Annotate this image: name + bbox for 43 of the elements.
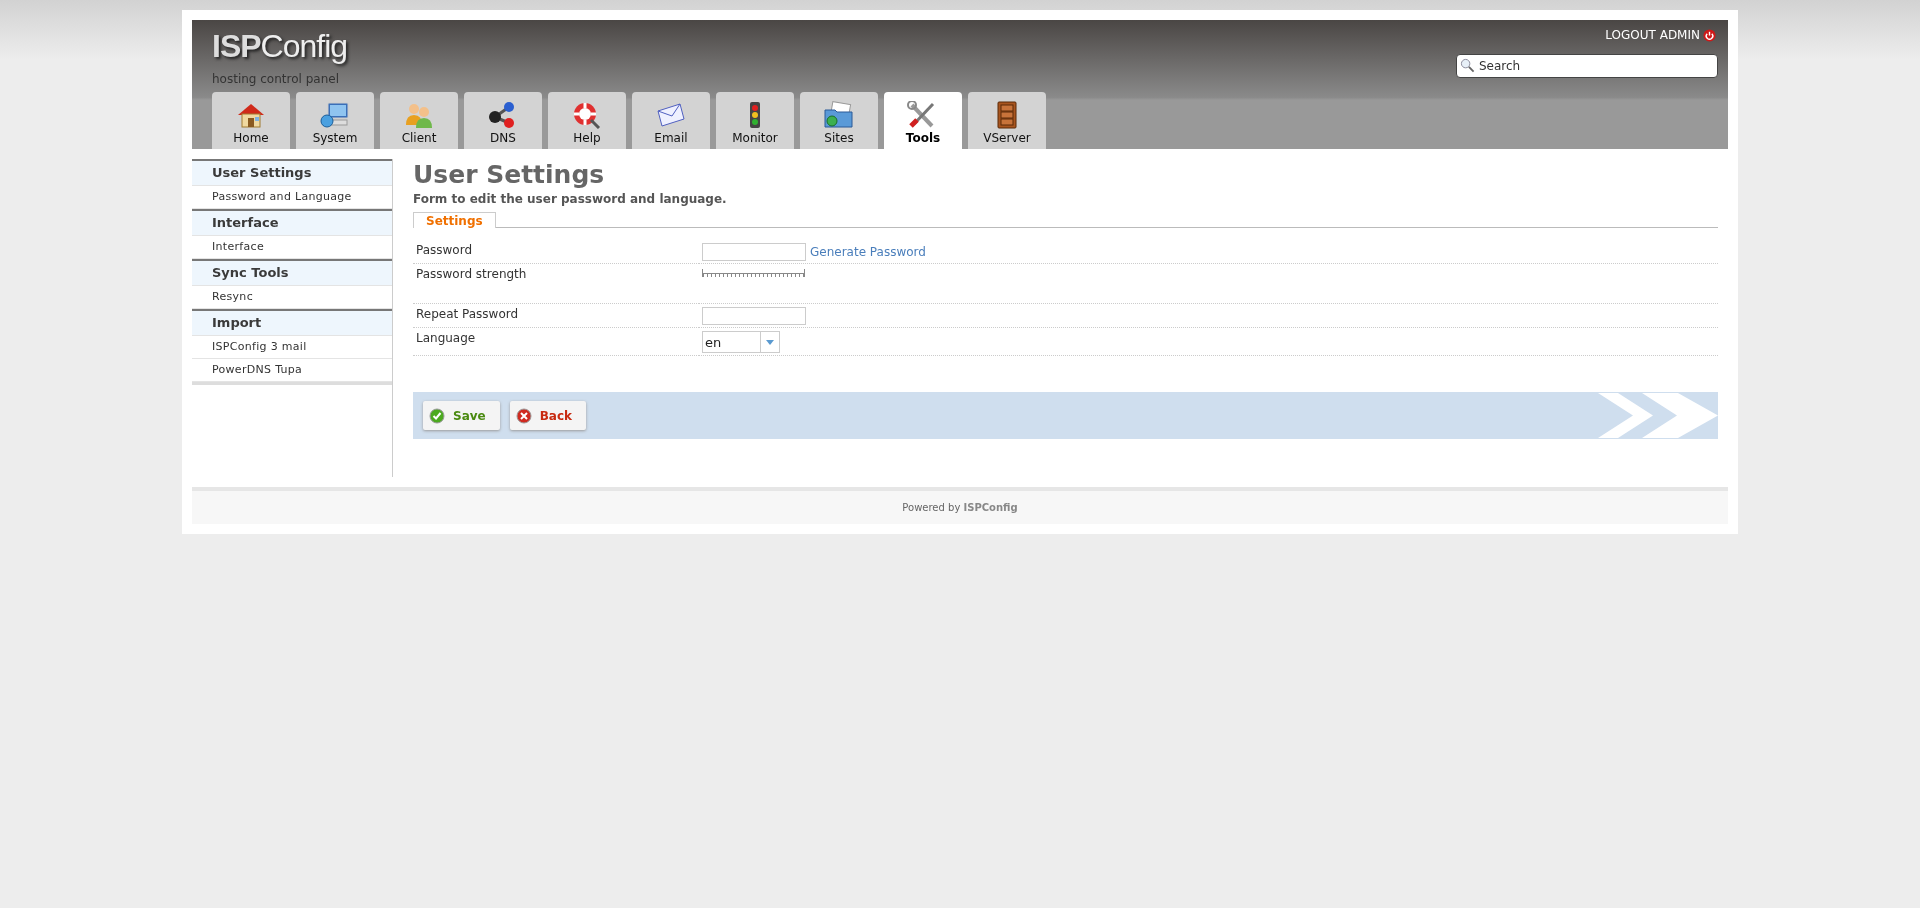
tab-icon — [403, 101, 435, 129]
search-field[interactable]: Search — [1456, 54, 1718, 78]
nav-tab[interactable]: Client — [380, 92, 458, 149]
nav-tab[interactable]: System — [296, 92, 374, 149]
sidebar-item[interactable]: PowerDNS Tupa — [192, 359, 392, 382]
sidebar-heading: User Settings — [192, 159, 392, 186]
logo-text: ISPConfig — [212, 28, 348, 65]
search-icon — [1460, 58, 1475, 73]
cancel-icon — [515, 407, 532, 424]
nav-tab[interactable]: Tools — [884, 92, 962, 149]
field-label: Password — [416, 243, 473, 257]
field-label: Repeat Password — [416, 307, 519, 321]
tab-icon — [823, 101, 855, 129]
nav-tab[interactable]: Help — [548, 92, 626, 149]
check-icon — [429, 407, 445, 424]
back-button[interactable]: Back — [509, 401, 587, 430]
nav-tab[interactable]: DNS — [464, 92, 542, 149]
sidebar-heading: Import — [192, 309, 392, 336]
tab-icon — [319, 101, 351, 129]
language-select[interactable]: en — [702, 331, 780, 353]
dropdown-caret-icon — [766, 339, 774, 345]
power-icon — [1703, 28, 1716, 42]
nav-tab[interactable]: VServer — [968, 92, 1046, 149]
footer-text: Powered by ISPConfig — [902, 502, 1018, 513]
logout-link[interactable]: LOGOUT ADMIN — [1605, 28, 1716, 42]
tab-icon — [655, 101, 687, 129]
sidebar-item[interactable]: ISPConfig 3 mail — [192, 336, 392, 359]
generate-password-link[interactable]: Generate Password — [810, 244, 926, 259]
password-field[interactable] — [702, 243, 806, 261]
field-label: Password strength — [416, 267, 527, 281]
password-field[interactable] — [702, 307, 806, 325]
save-button[interactable]: Save — [423, 401, 500, 430]
nav-tab[interactable]: Home — [212, 92, 290, 149]
tab-icon — [571, 101, 603, 129]
nav-tab[interactable]: Monitor — [716, 92, 794, 149]
field-label: Language — [416, 331, 476, 345]
page-title: User Settings — [413, 159, 606, 191]
nav-tab[interactable]: Sites — [800, 92, 878, 149]
sidebar-heading: Sync Tools — [192, 259, 392, 286]
nav-tab[interactable]: Email — [632, 92, 710, 149]
sidebar-heading: Interface — [192, 209, 392, 236]
tagline: hosting control panel — [212, 72, 339, 86]
page-description: Form to edit the user password and language. — [413, 192, 728, 206]
